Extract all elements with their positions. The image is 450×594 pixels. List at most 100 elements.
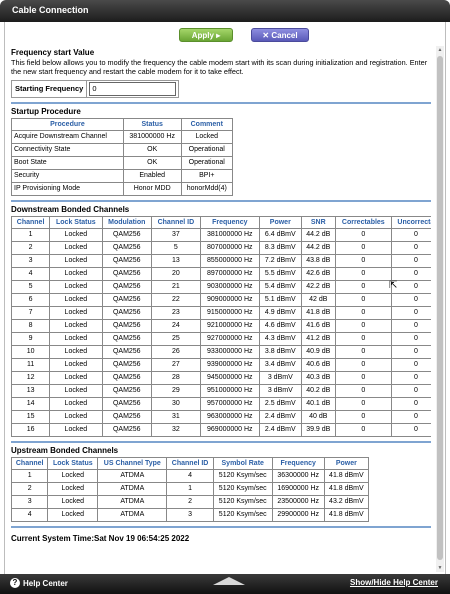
table-cell: 41.8 dBmV	[323, 468, 370, 483]
table-header: US Channel Type	[97, 456, 168, 470]
scroll-down-icon[interactable]: ▼	[437, 565, 443, 571]
table-cell: 0	[390, 357, 431, 372]
help-center-link[interactable]: ? Help Center	[10, 578, 68, 588]
table-cell: 915000000 Hz	[199, 305, 260, 320]
table-cell: QAM256	[101, 331, 153, 346]
table-cell: 39.9 dB	[300, 422, 336, 437]
table-cell: ATDMA	[97, 481, 168, 496]
table-cell: 29900000 Hz	[271, 507, 325, 522]
table-header: Frequency	[199, 215, 260, 229]
frequency-description: This field below allows you to modify th…	[11, 58, 428, 76]
table-cell: 4.6 dBmV	[258, 318, 302, 333]
table-cell: 44.2 dB	[300, 240, 336, 255]
scroll-up-icon[interactable]: ▲	[437, 47, 443, 53]
table-cell: 909000000 Hz	[199, 292, 260, 307]
table-cell: QAM256	[101, 357, 153, 372]
table-cell: 0	[390, 383, 431, 398]
table-cell: 921000000 Hz	[199, 318, 260, 333]
table-cell: 42.6 dB	[300, 266, 336, 281]
table-cell: 3	[166, 507, 214, 522]
scrollbar-thumb[interactable]	[437, 56, 443, 560]
starting-frequency-input[interactable]: 0	[89, 81, 176, 96]
table-cell: 0	[334, 318, 392, 333]
table-cell: 8	[11, 318, 51, 333]
table-header: SNR	[300, 215, 336, 229]
table-cell: QAM256	[101, 266, 153, 281]
table-cell: 2.5 dBmV	[258, 396, 302, 411]
table-cell: 40 dB	[300, 409, 336, 424]
table-cell: 0	[334, 305, 392, 320]
table-cell: 4	[11, 507, 49, 522]
table-cell: 16	[11, 422, 51, 437]
table-row: 10 Locked QAM256 26 933000000 Hz 3.8 dBmV 40.9…	[11, 344, 431, 359]
startup-table: Procedure Status Comment Acquire Downstr…	[11, 117, 234, 196]
table-cell: 0	[390, 227, 431, 242]
table-cell: QAM256	[101, 396, 153, 411]
table-cell: 29	[151, 383, 201, 398]
table-cell: 0	[334, 227, 392, 242]
section-divider	[11, 199, 431, 202]
content-frame: Apply ▸ ✕ Cancel Frequency start Value T…	[4, 22, 446, 574]
table-cell: 20	[151, 266, 201, 281]
table-row: 2 Locked ATDMA 1 5120 Ksym/sec 16900000 Hz 41.…	[11, 481, 370, 496]
table-cell: 5120 Ksym/sec	[212, 507, 273, 522]
help-center-label: Help Center	[23, 578, 68, 588]
table-cell: 5	[151, 240, 201, 255]
starting-frequency-label: Starting Frequency	[12, 80, 88, 97]
table-cell: 10	[11, 344, 51, 359]
table-row: IP Provisioning Mode Honor MDD honorMdd(4)	[11, 181, 234, 196]
table-cell: Boot State	[11, 155, 124, 170]
table-cell: 40.1 dB	[300, 396, 336, 411]
apply-button[interactable]: Apply ▸	[179, 28, 233, 42]
section-divider	[11, 440, 431, 443]
cancel-button-label: Cancel	[271, 31, 298, 40]
table-row: 16 Locked QAM256 32 969000000 Hz 2.4 dBmV 39.9…	[11, 422, 431, 437]
table-cell: Locked	[49, 370, 103, 385]
table-cell: 41.8 dB	[300, 305, 336, 320]
table-header: Symbol Rate	[212, 456, 273, 470]
table-cell: 5120 Ksym/sec	[212, 494, 273, 509]
table-cell: 0	[334, 370, 392, 385]
table-cell: Acquire Downstream Channel	[11, 129, 124, 144]
table-cell: 1	[11, 468, 49, 483]
table-cell: 0	[390, 292, 431, 307]
vertical-scrollbar[interactable]: ▲ ▼	[436, 46, 444, 572]
table-cell: 43.8 dB	[300, 253, 336, 268]
table-cell: 3.8 dBmV	[258, 344, 302, 359]
table-cell: 32	[151, 422, 201, 437]
window-title: Cable Connection	[12, 5, 89, 15]
frequency-section-title: Frequency start Value	[11, 48, 95, 57]
table-row: 1 Locked QAM256 37 381000000 Hz 6.4 dBmV 44.2 …	[11, 227, 431, 242]
table-cell: 40.3 dB	[300, 370, 336, 385]
expand-arrow-icon[interactable]	[213, 577, 245, 585]
table-cell: 957000000 Hz	[199, 396, 260, 411]
table-row: 5 Locked QAM256 21 903000000 Hz 5.4 dBmV 42.2 …	[11, 279, 431, 294]
table-cell: QAM256	[101, 279, 153, 294]
table-cell: 41.6 dB	[300, 318, 336, 333]
table-cell: Locked	[49, 344, 103, 359]
table-cell: 25	[151, 331, 201, 346]
window-titlebar: Cable Connection	[0, 0, 450, 22]
show-hide-help-link[interactable]: Show/Hide Help Center	[350, 578, 438, 587]
table-cell: 4.3 dBmV	[258, 331, 302, 346]
table-cell: IP Provisioning Mode	[11, 181, 124, 196]
table-cell: 381000000 Hz	[199, 227, 260, 242]
table-cell: QAM256	[101, 344, 153, 359]
table-cell: 0	[390, 331, 431, 346]
table-cell: 5.1 dBmV	[258, 292, 302, 307]
table-cell: 0	[334, 240, 392, 255]
table-cell: OK	[122, 155, 182, 170]
table-cell: Locked	[49, 227, 103, 242]
table-cell: 969000000 Hz	[199, 422, 260, 437]
table-cell: 31	[151, 409, 201, 424]
table-cell: Locked	[49, 396, 103, 411]
table-cell: 0	[334, 357, 392, 372]
cancel-button[interactable]: ✕ Cancel	[251, 28, 309, 42]
table-cell: 6.4 dBmV	[258, 227, 302, 242]
table-cell: QAM256	[101, 370, 153, 385]
table-header: Power	[323, 456, 370, 470]
table-cell: Locked	[47, 468, 99, 483]
table-cell: 0	[390, 422, 431, 437]
table-header: Status	[122, 117, 182, 131]
table-cell: 13	[151, 253, 201, 268]
